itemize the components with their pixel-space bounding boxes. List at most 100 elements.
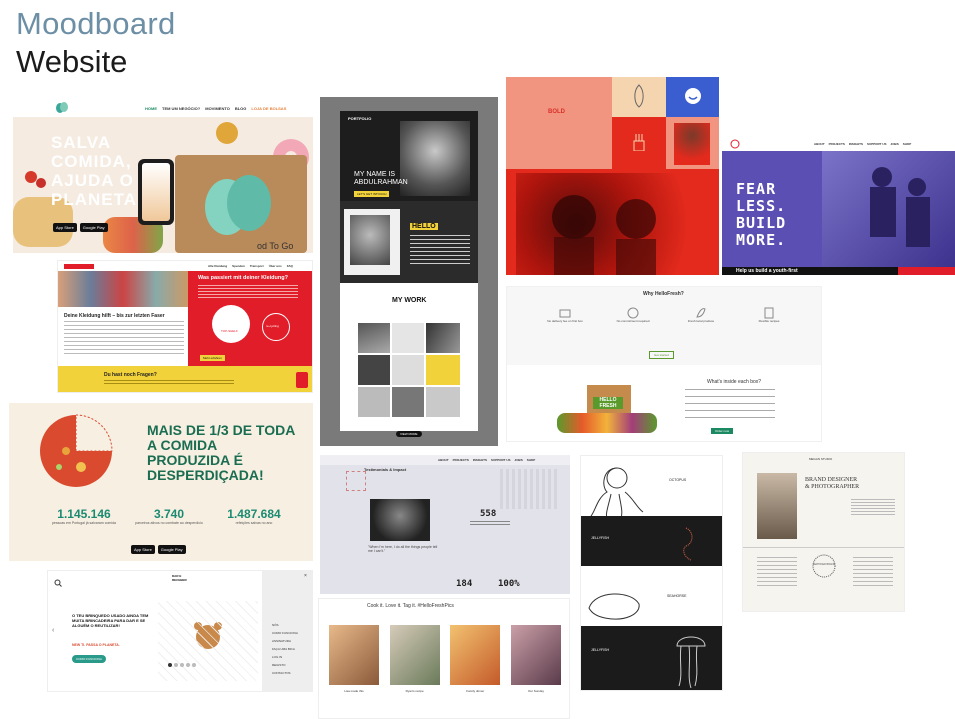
fearless-sub: Help us build a youth-first [736, 268, 798, 274]
whats-inside-title: What's inside each box? [707, 379, 762, 385]
caption-2: Ryan's recipe [405, 689, 424, 693]
clothing-photo [58, 271, 188, 307]
close-icon[interactable]: × [304, 573, 307, 579]
food-photo-1 [329, 625, 379, 685]
nav-donate[interactable]: Spenden [232, 264, 245, 268]
nav-about[interactable]: ABOUT [814, 142, 825, 146]
food-pie-image [31, 411, 121, 491]
caption-4: Our Sunday [527, 689, 544, 693]
nav-jobs[interactable]: JOBS [515, 458, 523, 462]
hellofresh-pics-tile: Cook it. Love it. Tag it. #HelloFreshPic… [318, 598, 570, 719]
menu-item-bica[interactable]: FAÇA UMA BICA [272, 647, 298, 651]
hellofresh-tile: Why HelloFresh? No delivery fee on first… [506, 286, 822, 442]
hello-heading: HELLO [410, 223, 438, 230]
logo-icon [730, 139, 740, 149]
about-portrait-image [350, 215, 390, 265]
how-it-works-button[interactable]: COMO FUNCIONA [72, 655, 106, 663]
google-play-badge[interactable]: Google Play [157, 545, 186, 554]
contact-button[interactable]: LET'S GET INTOUCH [354, 191, 390, 197]
whale-illustration [585, 584, 645, 628]
testimonials-title: Testimonials & Impact [364, 467, 407, 472]
nav-shop[interactable]: SHOP [903, 142, 912, 146]
nav-shop[interactable]: LOJA DE BOLSAS [251, 106, 286, 111]
food-photo-4 [510, 625, 561, 685]
portfolio-tile: PORTFOLIO MY NAME IS ABDULRAHMAN LET'S G… [320, 97, 498, 446]
smile-logo-icon [684, 87, 702, 105]
fear-less-build-more-tile: ABOUT PROJECTS INSIGHTS SUPPORT US JOBS … [722, 137, 955, 275]
nav-insights[interactable]: INSIGHTS [849, 142, 863, 146]
paper-bag-image: od To Go [175, 155, 307, 253]
feature-1: No delivery fee on first box [547, 319, 583, 323]
moodboard-title: Moodboard [16, 6, 176, 41]
box-label: HELLO FRESH [593, 397, 623, 409]
order-now-button[interactable]: Order now [711, 428, 734, 434]
food-waste-headline: MAIS DE 1/3 DE TODA A COMIDA PRODUZIDA É… [147, 422, 295, 483]
pixel-frame-icon [346, 471, 366, 491]
google-play-badge[interactable]: Google Play [79, 223, 108, 232]
learn-more-button[interactable]: Mehr erfahren [200, 355, 225, 361]
nav-business[interactable]: TEM UM NEGÓCIO? [162, 106, 200, 111]
menu-item-register[interactable]: REGISTO [272, 663, 298, 667]
view-more-button[interactable]: VIEW MORE [396, 431, 422, 437]
apple-image [213, 119, 241, 145]
food-photo-2 [389, 625, 440, 685]
stat-meals-label: refeições salvas no ano [235, 521, 273, 525]
seahorse-heading: SEAHORSE [667, 594, 687, 598]
sea-creatures-tile: OCTOPUS JELLYFISH SEAHORSE JELLYFISH [580, 455, 723, 691]
designer-headline: BRAND DESIGNER & PHOTOGRAPHER [805, 477, 860, 490]
nav-jobs[interactable]: JOBS [891, 142, 899, 146]
menu-item-subscription[interactable]: ASSINATURA [272, 639, 298, 643]
nav-projects[interactable]: PROJECTS [829, 142, 845, 146]
nav-about[interactable]: Über uns [269, 264, 282, 268]
menu-item-contacts[interactable]: CONTACTOS [272, 671, 298, 675]
carousel-dots[interactable] [168, 663, 196, 667]
nav-support[interactable]: SUPPORT US [491, 458, 511, 462]
nav-faq[interactable]: FAQ [287, 264, 293, 268]
toy-logo: DAR E RECEBER [172, 574, 187, 582]
app-store-badge[interactable]: App Store [131, 545, 155, 554]
chevron-left-icon[interactable]: ‹ [52, 627, 54, 634]
fearless-headline: FEAR LESS. BUILD MORE. [736, 180, 787, 249]
nav-support[interactable]: SUPPORT US [867, 142, 887, 146]
feature-2: No commitment required [616, 319, 650, 323]
figure-photo [674, 123, 710, 165]
nav-shop[interactable]: SHOP [527, 458, 536, 462]
stat-people-label: pessoas em Portugal já salvaram comida [51, 521, 116, 525]
app-store-badge[interactable]: App Store [53, 223, 77, 232]
search-icon[interactable] [54, 579, 62, 587]
portfolio-brand: PORTFOLIO [348, 116, 372, 121]
highlight-tile[interactable] [426, 355, 460, 385]
nav-about[interactable]: ABOUT [438, 458, 449, 462]
nav-projects[interactable]: PROJECTS [453, 458, 469, 462]
nav-insights[interactable]: INSIGHTS [473, 458, 487, 462]
testimonial-quote: "When I'm here, I do all the things peop… [368, 545, 438, 553]
why-hellofresh-title: Why HelloFresh? [643, 291, 684, 297]
menu-item-us[interactable]: NÓS [272, 623, 298, 627]
bold-label: BOLD [548, 109, 565, 115]
seal-text: CERTIFIED BRAND [812, 563, 836, 566]
nav-home[interactable]: HOME [145, 106, 157, 111]
jellyfish-heading: JELLYFISH [591, 536, 610, 540]
menu-item-login[interactable]: LOG IN [272, 655, 298, 659]
hashtag-heading: Cook it. Love it. Tag it. #HelloFreshPic… [367, 603, 454, 609]
nav-blog[interactable]: BLOG [235, 106, 247, 111]
fries-icon [632, 133, 646, 151]
certified-seal [811, 553, 837, 579]
too-good-to-go-hero-tile: HOME TEM UM NEGÓCIO? MOVIMENTO BLOG LOJA… [13, 97, 313, 253]
nav-transport[interactable]: Transport [250, 264, 264, 268]
designer-portrait [757, 473, 797, 539]
octopus-heading: OCTOPUS [669, 478, 687, 482]
testimonial-photo [370, 499, 430, 541]
bag-text: od To Go [257, 241, 294, 251]
faq-heading: Du hast noch Fragen? [104, 372, 157, 378]
nav-movement[interactable]: MOVIMENTO [205, 106, 230, 111]
chat-icon[interactable] [296, 372, 308, 388]
bird-illustration-icon [630, 83, 648, 109]
feature-3: Fresh local produce [687, 319, 715, 323]
feature-4: Flexible recipes [758, 319, 780, 323]
get-started-button[interactable]: Get started [649, 351, 674, 359]
menu-item-how[interactable]: COMO FUNCIONA [272, 631, 298, 635]
jellyfish-illustration [669, 630, 713, 690]
caption-1: Lisa made this [344, 689, 364, 693]
nav-clothing[interactable]: Alle Kleidung [208, 264, 227, 268]
